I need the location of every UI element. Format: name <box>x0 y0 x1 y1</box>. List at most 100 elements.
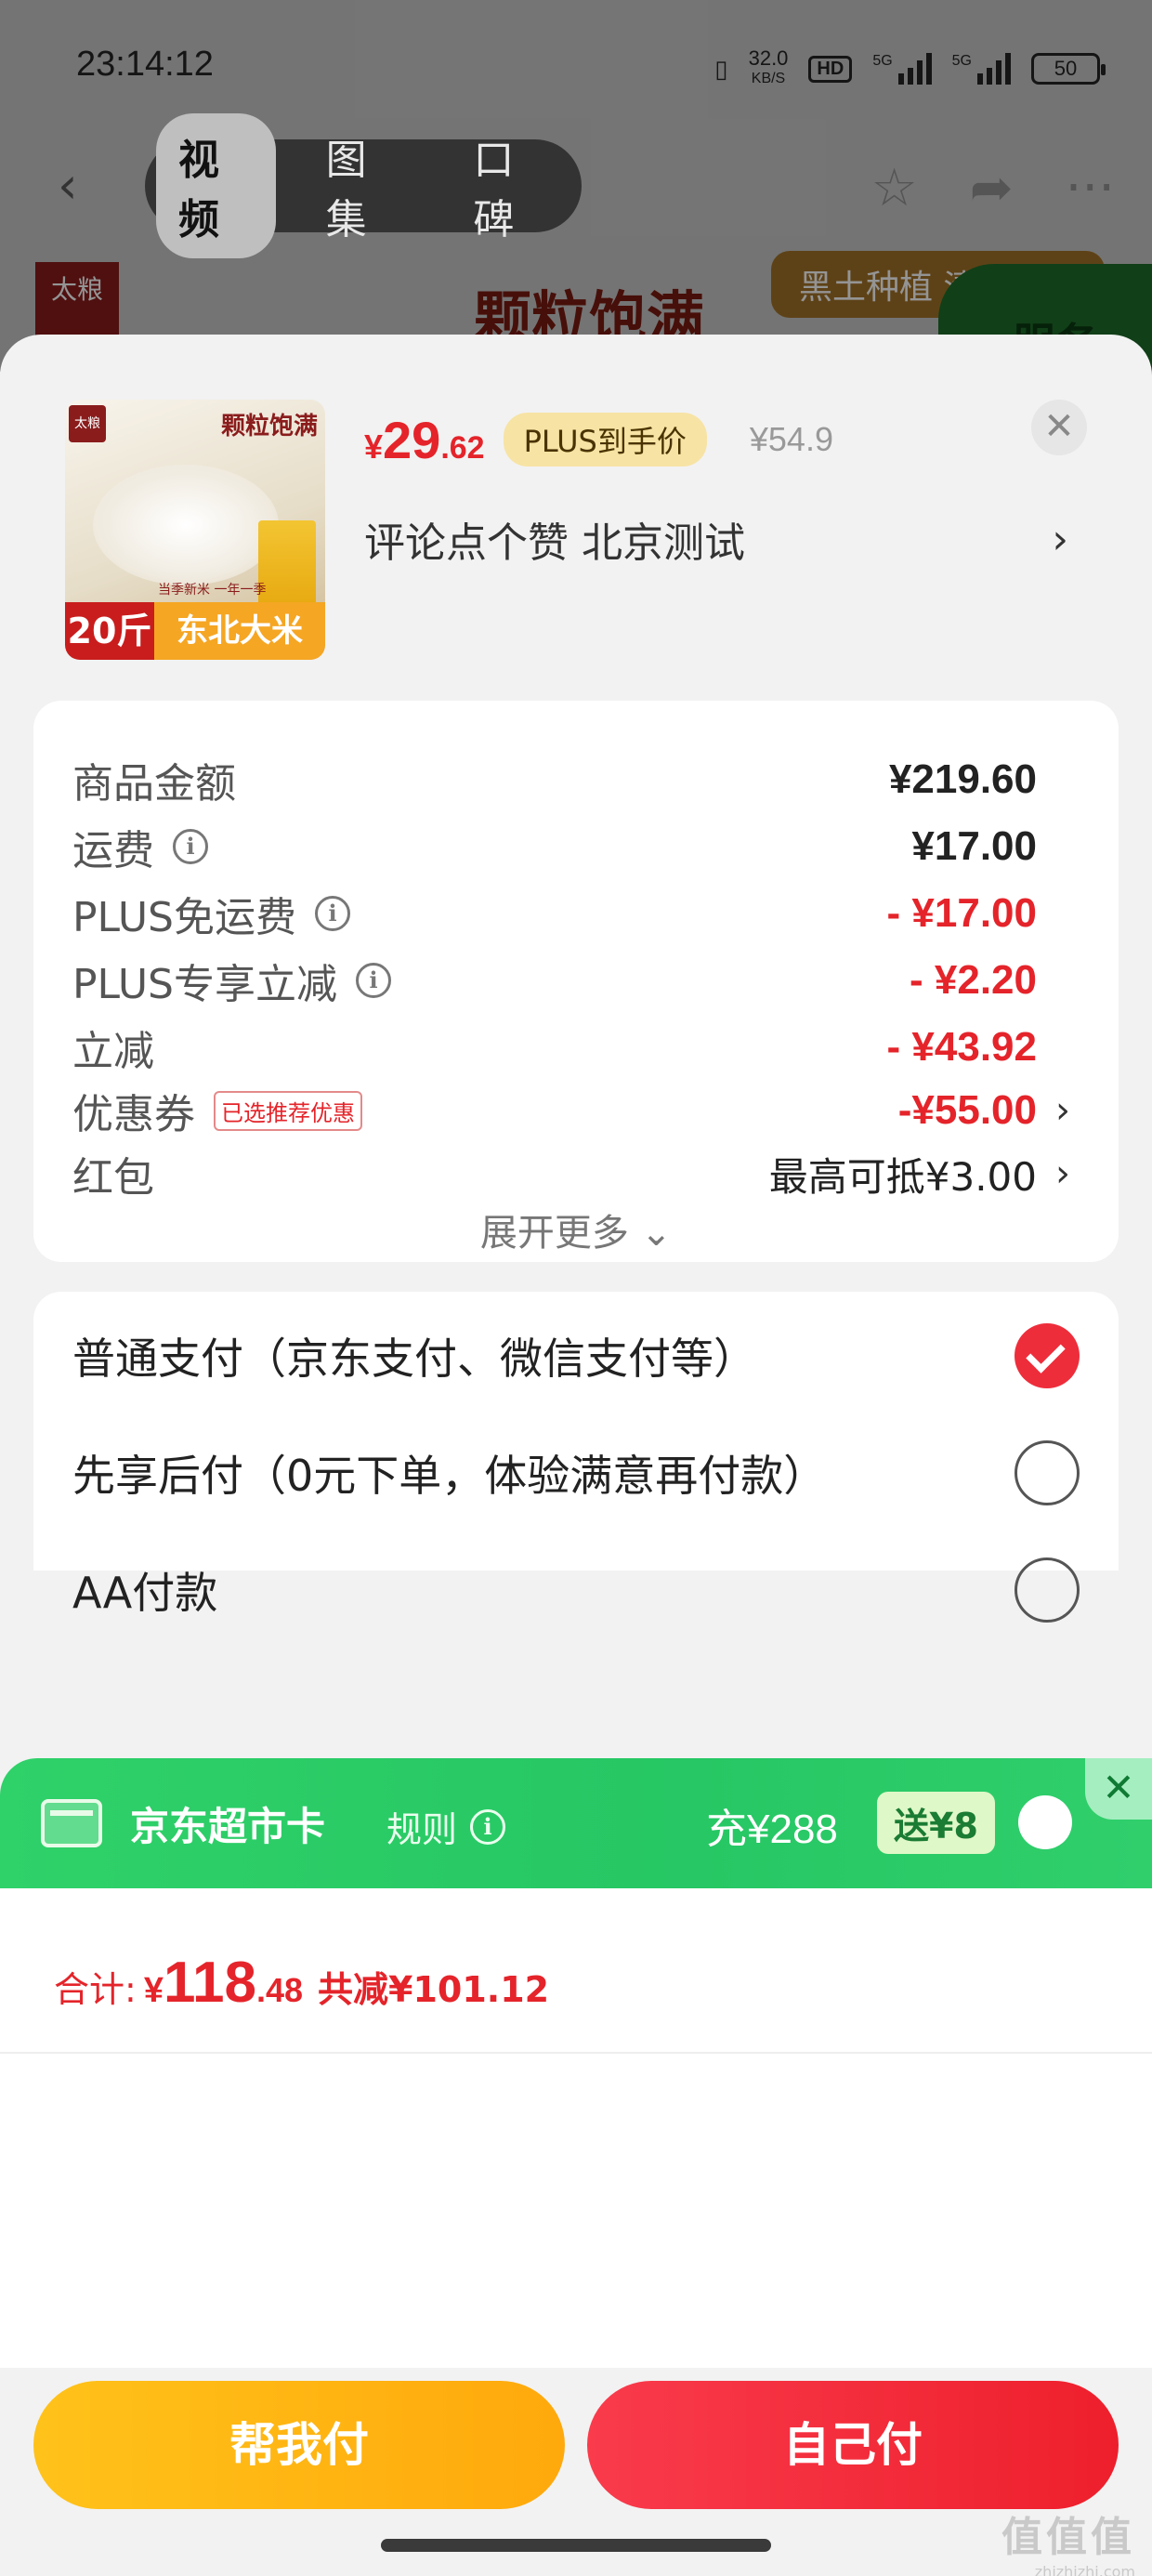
fee-value: ¥219.60 <box>888 756 1037 802</box>
promo-rule-link[interactable]: 规则 i <box>386 1801 506 1852</box>
total-saved: 共减¥101.12 <box>318 1969 550 2010</box>
watermark-domain: zhizhizhi.com <box>1034 2563 1135 2576</box>
thumb-weight: 20斤 <box>65 602 154 660</box>
fee-row-plus-free-shipping: PLUS免运费 i - ¥17.00 <box>72 881 1076 946</box>
payment-option-label: 先享后付（0元下单，体验满意再付款） <box>72 1451 827 1501</box>
thumb-title: 颗粒饱满 <box>220 413 318 440</box>
fee-row-instant-discount: 立减 - ¥43.92 <box>72 1015 1076 1080</box>
chevron-right-icon: › <box>1055 1089 1070 1132</box>
expand-more-label: 展开更多 <box>479 1212 629 1255</box>
info-icon[interactable]: i <box>315 896 350 931</box>
checkout-bar: 合计: ¥ 118 .48 共减¥101.12 <box>0 1888 1152 2368</box>
help-me-pay-button[interactable]: 帮我付 <box>33 2381 565 2509</box>
signal-icon: 5G <box>872 53 932 85</box>
fee-label: 优惠券 <box>72 1091 195 1138</box>
price-row: ¥29.62 PLUS到手价 ¥54.9 <box>364 407 833 472</box>
promo-rule-label: 规则 <box>386 1809 458 1850</box>
total-symbol: ¥ <box>143 1971 164 2010</box>
fee-value: ¥17.00 <box>911 823 1037 869</box>
fee-label: PLUS免运费 <box>72 894 296 941</box>
fee-value: -¥55.00 <box>897 1087 1037 1133</box>
fee-value: - ¥17.00 <box>886 890 1037 936</box>
thumb-type: 东北大米 <box>154 602 325 660</box>
more-icon[interactable]: ··· <box>1066 158 1115 218</box>
signal-label: 5G <box>872 53 893 69</box>
fee-label: PLUS专享立减 <box>72 961 337 1008</box>
payment-option-label: AA付款 <box>72 1568 218 1618</box>
payment-option-normal[interactable]: 普通支付（京东支付、微信支付等） <box>72 1314 1080 1398</box>
fee-breakdown-card: 商品金额 ¥219.60 运费 i ¥17.00 PLUS免运费 i - ¥17.0… <box>33 701 1119 1262</box>
price-integer: 29 <box>383 410 441 469</box>
divider <box>0 2052 1152 2054</box>
promo-charge-amount: 充¥288 <box>706 1807 838 1852</box>
home-indicator[interactable] <box>381 2539 771 2552</box>
total-amount: 合计: ¥ 118 .48 共减¥101.12 <box>54 1950 549 2016</box>
radio-icon[interactable] <box>1015 1440 1080 1505</box>
tab-gallery[interactable]: 图集 <box>304 113 424 258</box>
product-thumbnail[interactable]: 太粮 颗粒饱满 当季新米 一年一季 20斤 东北大米 <box>65 400 325 660</box>
media-tabs: 视频 图集 口碑 <box>145 113 582 258</box>
plus-price-badge: PLUS到手价 <box>503 413 707 467</box>
info-icon[interactable]: i <box>173 829 208 864</box>
radio-selected-icon[interactable] <box>1015 1323 1080 1388</box>
payment-options-card: 普通支付（京东支付、微信支付等） 先享后付（0元下单，体验满意再付款） AA付款 <box>33 1292 1119 1623</box>
total-label: 合计: <box>54 1969 137 2010</box>
chevron-left-icon[interactable]: ‹ <box>58 158 113 214</box>
expand-more-button[interactable]: 展开更多 ⌄ <box>33 1203 1119 1256</box>
fee-value: - ¥43.92 <box>886 1024 1037 1070</box>
close-icon[interactable]: ✕ <box>1031 400 1087 455</box>
card-icon <box>41 1799 102 1847</box>
fee-row-plus-discount: PLUS专享立减 i - ¥2.20 <box>72 948 1076 1013</box>
network-speed-value: 32.0 <box>748 46 789 70</box>
rice-image <box>93 465 279 585</box>
coupon-tag: 已选推荐优惠 <box>214 1090 362 1131</box>
fee-row-coupon[interactable]: 优惠券 已选推荐优惠 -¥55.00 › <box>72 1078 1076 1143</box>
tab-video[interactable]: 视频 <box>156 113 276 258</box>
radio-icon[interactable] <box>1015 1557 1080 1623</box>
total-integer: 118 <box>163 1951 256 2015</box>
thumb-brand-logo: 太粮 <box>69 405 106 442</box>
fee-value: - ¥2.20 <box>910 957 1037 1003</box>
fee-value: 最高可抵¥3.00 <box>768 1153 1037 1200</box>
total-decimal: .48 <box>255 1971 304 2009</box>
vibrate-icon: ▯ <box>714 54 728 83</box>
supermarket-card-promo: 京东超市卡 规则 i 充¥288 送¥8 ✕ <box>0 1758 1152 1888</box>
spec-selector[interactable]: 评论点个赞 北京测试 › <box>364 502 1068 576</box>
fee-label: 商品金额 <box>72 760 236 808</box>
chevron-down-icon: ⌄ <box>640 1212 673 1255</box>
top-nav: ‹ 视频 图集 口碑 ☆ ➦ ··· <box>0 113 1152 258</box>
fee-label: 运费 <box>72 827 154 874</box>
network-speed: 32.0 KB/S <box>749 48 789 89</box>
hd-icon: HD <box>808 55 853 83</box>
fee-row-red-packet[interactable]: 红包 最高可抵¥3.00 › <box>72 1141 1076 1206</box>
fee-row-goods: 商品金额 ¥219.60 <box>72 747 1076 812</box>
info-icon: i <box>470 1808 506 1845</box>
chevron-right-icon: › <box>1055 1152 1070 1195</box>
signal-icon-2: 5G <box>952 53 1011 85</box>
payment-option-pay-later[interactable]: 先享后付（0元下单，体验满意再付款） <box>72 1431 1080 1515</box>
status-time: 23:14:12 <box>76 45 214 84</box>
tab-reviews[interactable]: 口碑 <box>451 113 570 258</box>
watermark: 值值值 zhizhizhi.com <box>1001 2504 1135 2576</box>
fee-label: 红包 <box>72 1154 154 1202</box>
chevron-right-icon: › <box>1052 515 1068 563</box>
payment-option-aa[interactable]: AA付款 <box>72 1548 1080 1632</box>
fee-row-shipping: 运费 i ¥17.00 <box>72 814 1076 879</box>
fee-label: 立减 <box>72 1028 154 1075</box>
network-speed-unit: KB/S <box>751 71 786 86</box>
star-icon[interactable]: ☆ <box>871 158 917 218</box>
promo-radio[interactable] <box>1018 1795 1072 1849</box>
battery-icon: 50 <box>1031 53 1106 85</box>
payment-option-label: 普通支付（京东支付、微信支付等） <box>72 1334 756 1384</box>
original-price: ¥54.9 <box>749 420 833 458</box>
nav-actions: ☆ ➦ ··· <box>871 158 1115 218</box>
share-icon[interactable]: ➦ <box>970 158 1014 218</box>
rice-bag-image <box>258 520 316 613</box>
thumb-slogan: 当季新米 一年一季 <box>158 583 267 598</box>
price-decimal: .62 <box>440 429 485 466</box>
status-icons: ▯ 32.0 KB/S HD 5G 5G 50 <box>714 48 1106 89</box>
pay-myself-button[interactable]: 自己付 <box>587 2381 1119 2509</box>
price-symbol: ¥ <box>364 427 384 466</box>
close-icon[interactable]: ✕ <box>1085 1758 1152 1820</box>
info-icon[interactable]: i <box>356 963 391 998</box>
